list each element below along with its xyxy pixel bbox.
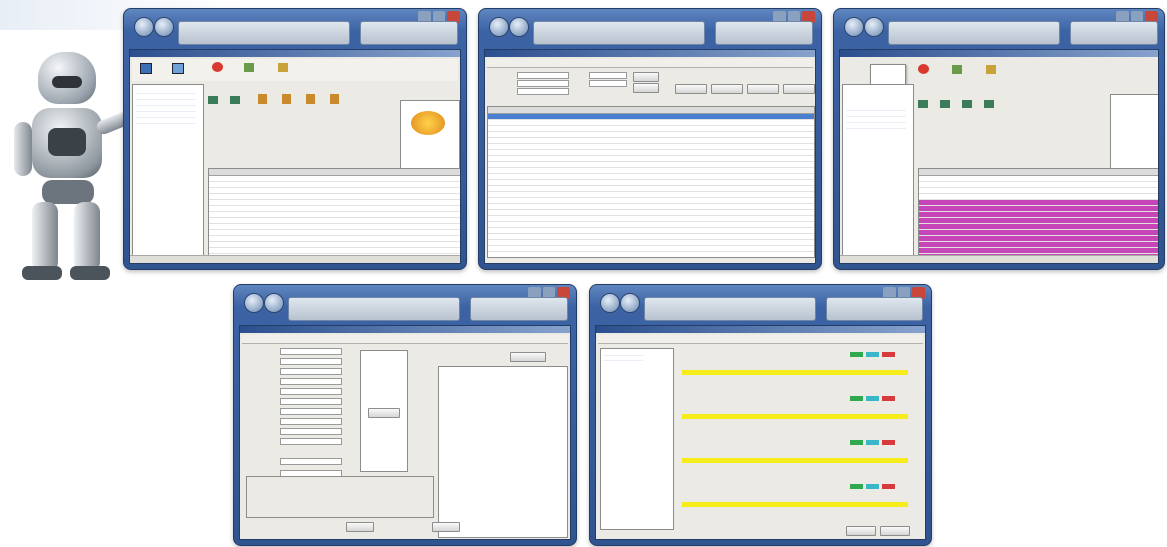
group-box <box>246 476 434 518</box>
monitor-icon[interactable] <box>244 63 254 72</box>
close-button[interactable] <box>880 526 910 536</box>
back-icon[interactable] <box>244 293 264 313</box>
search-filters <box>489 72 659 104</box>
action-button-2[interactable] <box>711 84 743 94</box>
monitor-icon[interactable] <box>140 63 152 74</box>
window-device-alarms[interactable] <box>833 8 1165 270</box>
reset-button[interactable] <box>633 83 659 93</box>
toolbar <box>132 59 458 81</box>
forward-icon[interactable] <box>264 293 284 313</box>
monitor-icon[interactable] <box>952 65 962 74</box>
app-titlebar <box>596 326 925 333</box>
monitor-icon[interactable] <box>278 63 288 72</box>
forward-icon[interactable] <box>509 17 529 37</box>
address-bar[interactable] <box>178 21 350 45</box>
window-user-form[interactable] <box>233 284 577 546</box>
app-area <box>484 49 816 264</box>
results-grid[interactable] <box>487 106 815 258</box>
window-schedule[interactable] <box>589 284 932 546</box>
device-icons <box>208 92 348 112</box>
save-button[interactable] <box>846 526 876 536</box>
dialog-header <box>242 335 568 344</box>
back-icon[interactable] <box>489 17 509 37</box>
back-icon[interactable] <box>844 17 864 37</box>
save-button[interactable] <box>346 522 374 532</box>
robot-mascot-icon <box>8 52 134 282</box>
photo-button[interactable] <box>368 408 400 418</box>
permission-list[interactable] <box>438 366 568 538</box>
search-button[interactable] <box>633 72 659 82</box>
status-bar <box>130 255 460 263</box>
close-button[interactable] <box>432 522 460 532</box>
back-icon[interactable] <box>600 293 620 313</box>
action-button-3[interactable] <box>747 84 779 94</box>
app-area <box>239 325 571 540</box>
dialog-header <box>487 59 813 68</box>
monitor-icon[interactable] <box>172 63 184 74</box>
folder-icon[interactable] <box>918 64 929 74</box>
search-bar[interactable] <box>826 297 923 321</box>
status-bar <box>840 255 1158 263</box>
search-bar[interactable] <box>715 21 813 45</box>
schedule-block-4 <box>682 480 922 520</box>
schedule-block-1 <box>682 348 922 388</box>
action-button-4[interactable] <box>783 84 815 94</box>
address-bar[interactable] <box>533 21 705 45</box>
app-titlebar <box>485 50 815 57</box>
monitor-icon[interactable] <box>986 65 996 74</box>
dialog-header <box>598 335 923 344</box>
folder-icon[interactable] <box>212 62 223 72</box>
address-bar[interactable] <box>644 297 816 321</box>
event-grid[interactable] <box>208 168 460 260</box>
app-area <box>129 49 461 264</box>
app-area <box>839 49 1159 264</box>
alarm-grid[interactable] <box>918 168 1158 260</box>
forward-icon[interactable] <box>620 293 640 313</box>
app-titlebar <box>130 50 460 57</box>
address-bar[interactable] <box>888 21 1060 45</box>
add-button[interactable] <box>510 352 546 362</box>
schedule-block-3 <box>682 436 922 476</box>
search-bar[interactable] <box>1070 21 1158 45</box>
group-list[interactable] <box>600 348 674 530</box>
schedule-block-2 <box>682 392 922 432</box>
app-titlebar <box>240 326 570 333</box>
action-button-1[interactable] <box>675 84 707 94</box>
search-bar[interactable] <box>470 297 568 321</box>
device-icons <box>918 98 1038 112</box>
app-titlebar <box>840 50 1158 57</box>
window-search-results[interactable] <box>478 8 822 270</box>
toolbar <box>910 62 1060 80</box>
app-area <box>595 325 926 540</box>
device-tree[interactable] <box>132 84 204 262</box>
address-bar[interactable] <box>288 297 460 321</box>
device-tree[interactable] <box>842 84 914 262</box>
search-bar[interactable] <box>360 21 458 45</box>
forward-icon[interactable] <box>154 17 174 37</box>
back-icon[interactable] <box>134 17 154 37</box>
window-device-tree[interactable] <box>123 8 467 270</box>
forward-icon[interactable] <box>864 17 884 37</box>
